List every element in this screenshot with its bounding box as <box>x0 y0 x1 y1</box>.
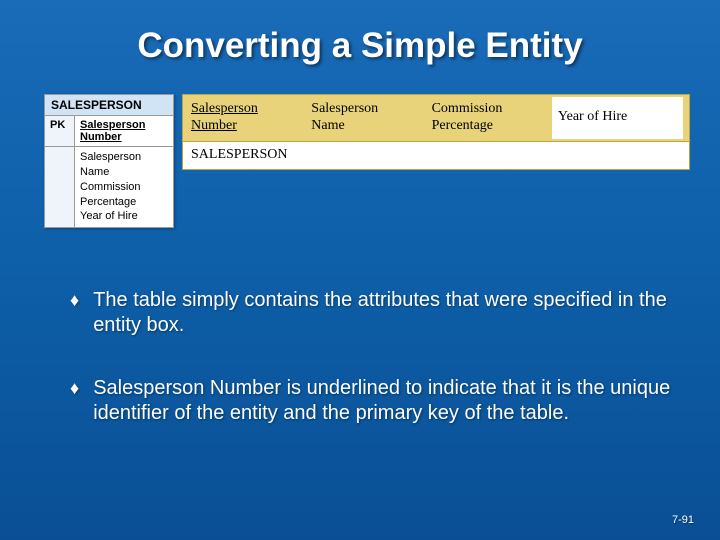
bullet-text: The table simply contains the attributes… <box>93 288 672 338</box>
entity-box: SALESPERSON PK Salesperson Number Salesp… <box>44 94 174 228</box>
relation-col: Year of Hire <box>552 97 683 139</box>
entity-attr: Commission <box>80 180 168 195</box>
bullet-text: Salesperson Number is underlined to indi… <box>93 376 672 426</box>
entity-attr: Percentage <box>80 195 168 210</box>
relation-name: SALESPERSON <box>182 142 690 170</box>
page-number: 7-91 <box>672 514 694 526</box>
diagram-area: SALESPERSON PK Salesperson Number Salesp… <box>0 94 720 228</box>
entity-attr: Year of Hire <box>80 209 168 224</box>
relation-col-pk: SalespersonNumber <box>191 101 299 135</box>
diamond-bullet-icon: ♦ <box>70 376 79 401</box>
entity-pk-row: PK Salesperson Number <box>45 116 173 147</box>
entity-pk-value: Salesperson Number <box>75 116 173 146</box>
entity-attrs: Salesperson Name Commission Percentage Y… <box>45 147 173 227</box>
diamond-bullet-icon: ♦ <box>70 288 79 313</box>
bullet-item: ♦ The table simply contains the attribut… <box>70 288 672 338</box>
relation-col: CommissionPercentage <box>432 101 540 135</box>
entity-attr: Salesperson <box>80 150 168 165</box>
bullet-list: ♦ The table simply contains the attribut… <box>0 288 720 426</box>
slide-title: Converting a Simple Entity <box>0 0 720 66</box>
relation-col: SalespersonName <box>311 101 419 135</box>
entity-attrs-list: Salesperson Name Commission Percentage Y… <box>75 147 173 227</box>
relation-table: SalespersonNumber SalespersonName Commis… <box>182 94 690 170</box>
entity-name: SALESPERSON <box>45 95 173 116</box>
entity-attr: Name <box>80 165 168 180</box>
relation-columns: SalespersonNumber SalespersonName Commis… <box>182 94 690 142</box>
entity-pk-label: PK <box>45 116 75 146</box>
bullet-item: ♦ Salesperson Number is underlined to in… <box>70 376 672 426</box>
